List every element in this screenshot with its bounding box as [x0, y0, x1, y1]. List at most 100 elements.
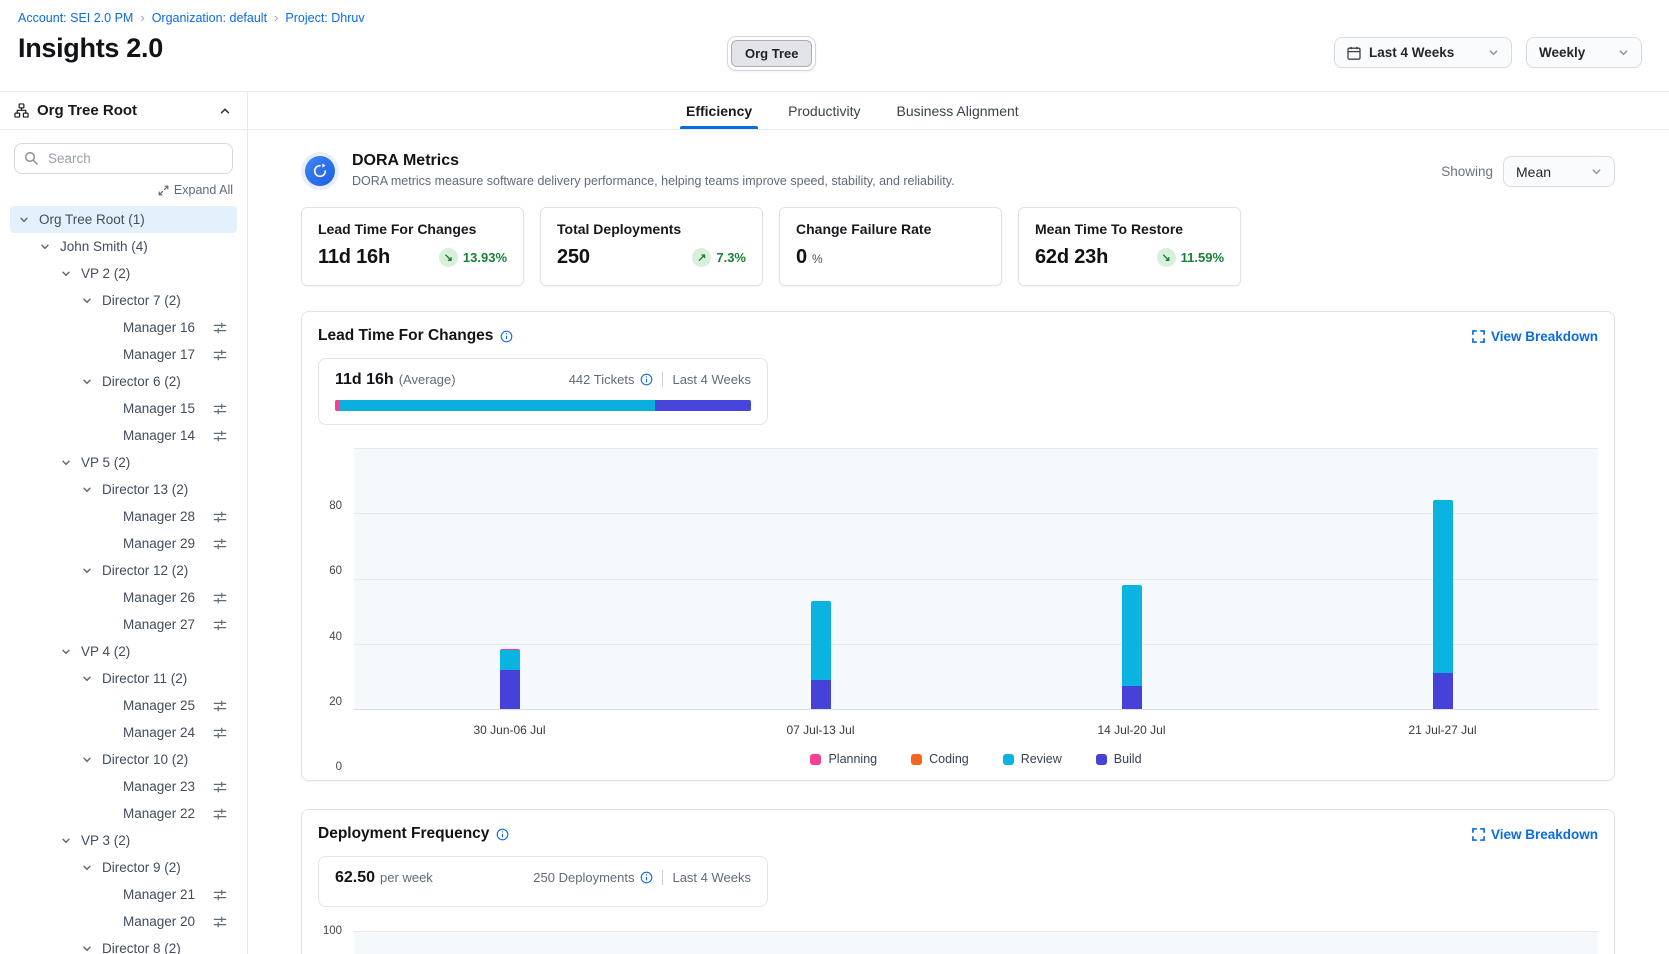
sliders-icon[interactable] — [213, 915, 227, 929]
legend-item-coding[interactable]: Coding — [911, 752, 969, 766]
chevron-down-icon[interactable] — [81, 484, 102, 496]
chevron-down-icon[interactable] — [81, 673, 102, 685]
legend-item-review[interactable]: Review — [1003, 752, 1062, 766]
deployment-summary-meta: 250 Deployments Last 4 Weeks — [533, 870, 751, 885]
tree-item[interactable]: Manager 25 — [10, 692, 237, 719]
breadcrumb: Account: SEI 2.0 PM › Organization: defaul… — [18, 10, 1642, 25]
breadcrumb-separator: › — [274, 10, 278, 25]
tree-item[interactable]: Director 6 (2) — [10, 368, 237, 395]
info-icon[interactable] — [500, 330, 513, 343]
tree-item[interactable]: Manager 26 — [10, 584, 237, 611]
chevron-down-icon[interactable] — [39, 241, 60, 253]
tree-item[interactable]: John Smith (4) — [10, 233, 237, 260]
tree-item[interactable]: Manager 14 — [10, 422, 237, 449]
tree-item[interactable]: Manager 20 — [10, 908, 237, 935]
sliders-icon[interactable] — [213, 618, 227, 632]
deployment-chart: 100 — [318, 931, 1598, 954]
tree-item-label: VP 3 (2) — [81, 833, 130, 848]
breadcrumb-link[interactable]: Project: Dhruv — [285, 11, 364, 25]
chevron-down-icon[interactable] — [60, 268, 81, 280]
sliders-icon[interactable] — [213, 699, 227, 713]
tree-item[interactable]: Manager 24 — [10, 719, 237, 746]
sliders-icon[interactable] — [213, 888, 227, 902]
chevron-down-icon[interactable] — [81, 376, 102, 388]
tree-item[interactable]: Director 7 (2) — [10, 287, 237, 314]
tree-item[interactable]: Director 12 (2) — [10, 557, 237, 584]
sliders-icon[interactable] — [213, 537, 227, 551]
tab-efficiency[interactable]: Efficiency — [686, 92, 752, 129]
tree-item[interactable]: Director 8 (2) — [10, 935, 237, 954]
showing-control: Showing Mean — [1441, 156, 1615, 187]
sliders-icon[interactable] — [213, 780, 227, 794]
tree-item[interactable]: Manager 29 — [10, 530, 237, 557]
tree-item[interactable]: Director 10 (2) — [10, 746, 237, 773]
info-icon[interactable] — [640, 871, 653, 884]
tab-business-alignment[interactable]: Business Alignment — [897, 92, 1019, 129]
sliders-icon[interactable] — [213, 429, 227, 443]
tab-productivity[interactable]: Productivity — [788, 92, 860, 129]
tree-item[interactable]: VP 2 (2) — [10, 260, 237, 287]
legend-item-planning[interactable]: Planning — [810, 752, 877, 766]
sliders-icon[interactable] — [213, 726, 227, 740]
chevron-down-icon[interactable] — [18, 214, 39, 226]
chevron-down-icon[interactable] — [81, 565, 102, 577]
tree-item[interactable]: Director 13 (2) — [10, 476, 237, 503]
sidebar-collapse-button[interactable] — [217, 103, 233, 119]
tree-item[interactable]: Org Tree Root (1) — [10, 206, 237, 233]
tree-item[interactable]: VP 5 (2) — [10, 449, 237, 476]
metric-card-value-wrap: 11d 16h — [318, 246, 390, 269]
trend-value: 11.59% — [1181, 250, 1224, 265]
tree-item[interactable]: Manager 27 — [10, 611, 237, 638]
showing-select[interactable]: Mean — [1503, 156, 1615, 187]
tree-item[interactable]: Director 11 (2) — [10, 665, 237, 692]
deployment-summary-value: 62.50 — [335, 869, 375, 887]
sliders-icon[interactable] — [213, 591, 227, 605]
tree-item[interactable]: Manager 17 — [10, 341, 237, 368]
search-input[interactable] — [14, 143, 233, 174]
breadcrumb-link[interactable]: Account: SEI 2.0 PM — [18, 11, 133, 25]
date-range-select[interactable]: Last 4 Weeks — [1334, 37, 1512, 68]
showing-value: Mean — [1516, 164, 1551, 180]
lead-time-view-breakdown-link[interactable]: View Breakdown — [1472, 329, 1598, 344]
org-chart-icon — [14, 103, 29, 118]
chevron-down-icon[interactable] — [81, 943, 102, 954]
chevron-down-icon[interactable] — [60, 457, 81, 469]
tree-item[interactable]: Director 9 (2) — [10, 854, 237, 881]
org-tree-button[interactable]: Org Tree — [731, 40, 812, 67]
stacked-bar[interactable] — [1122, 585, 1142, 709]
expand-all-button[interactable]: Expand All — [14, 183, 233, 197]
sidebar-header: Org Tree Root — [0, 92, 247, 130]
chevron-down-icon[interactable] — [60, 835, 81, 847]
sliders-icon[interactable] — [213, 807, 227, 821]
search-icon — [24, 151, 38, 165]
tree-item[interactable]: Manager 21 — [10, 881, 237, 908]
tree-item[interactable]: Manager 16 — [10, 314, 237, 341]
sliders-icon[interactable] — [213, 321, 227, 335]
tree-item[interactable]: Manager 23 — [10, 773, 237, 800]
chevron-down-icon[interactable] — [60, 646, 81, 658]
stacked-bar[interactable] — [1433, 500, 1453, 709]
tree-item[interactable]: Manager 22 — [10, 800, 237, 827]
chevron-down-icon[interactable] — [81, 754, 102, 766]
stacked-bar[interactable] — [811, 601, 831, 709]
sliders-icon[interactable] — [213, 348, 227, 362]
tree-item[interactable]: Manager 28 — [10, 503, 237, 530]
legend-item-build[interactable]: Build — [1096, 752, 1142, 766]
sliders-icon[interactable] — [213, 402, 227, 416]
info-icon[interactable] — [496, 828, 509, 841]
tree-item[interactable]: VP 4 (2) — [10, 638, 237, 665]
stacked-bar[interactable] — [500, 649, 520, 709]
sliders-icon[interactable] — [213, 510, 227, 524]
legend-label: Review — [1021, 752, 1062, 766]
granularity-select[interactable]: Weekly — [1526, 37, 1642, 68]
tree-item-label: Director 8 (2) — [102, 941, 181, 954]
tree-item[interactable]: VP 3 (2) — [10, 827, 237, 854]
breadcrumb-link[interactable]: Organization: default — [152, 11, 267, 25]
chevron-down-icon[interactable] — [81, 862, 102, 874]
deployment-view-breakdown-link[interactable]: View Breakdown — [1472, 827, 1598, 842]
chevron-down-icon[interactable] — [81, 295, 102, 307]
tree-item-label: Manager 28 — [123, 509, 195, 524]
metric-card-value-row: 250↗7.3% — [557, 246, 746, 269]
tree-item[interactable]: Manager 15 — [10, 395, 237, 422]
info-icon[interactable] — [640, 373, 653, 386]
